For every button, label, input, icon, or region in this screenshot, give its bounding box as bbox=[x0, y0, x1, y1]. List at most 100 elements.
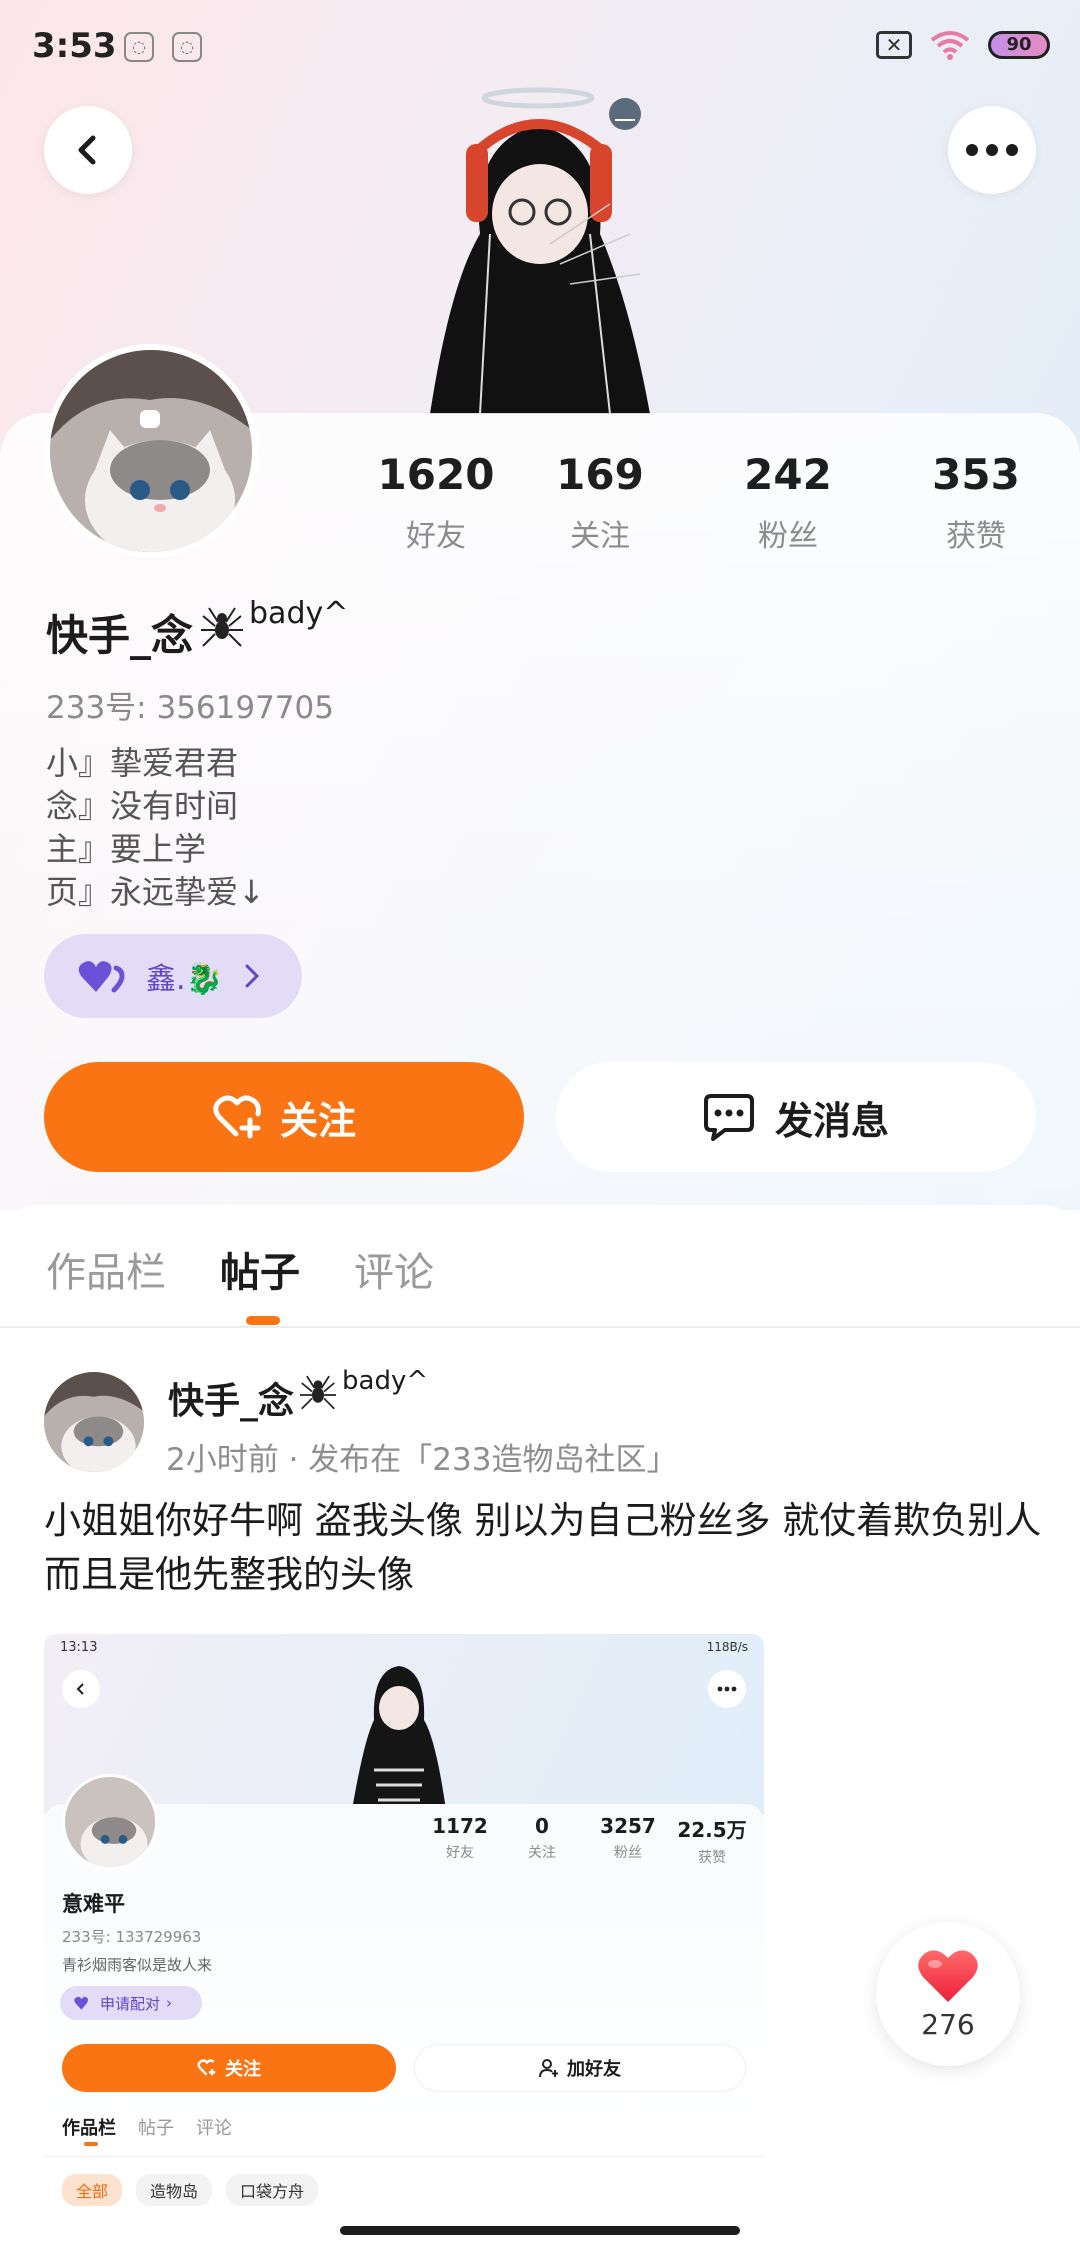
embed-pill-label: 申请配对 bbox=[100, 1994, 161, 2013]
stat-value: 242 bbox=[744, 450, 832, 499]
embed-status-net: 118B/s bbox=[706, 1640, 748, 1654]
notification-icon: ◌ bbox=[172, 32, 202, 62]
embed-uid: 233号: 133729963 bbox=[62, 1928, 202, 1946]
profile-name-row: 快手_念 bady^ bbox=[46, 596, 348, 663]
embed-stat: 22.5万 获赞 bbox=[672, 1814, 752, 1867]
embed-back-icon bbox=[62, 1670, 100, 1708]
embed-tab: 帖子 bbox=[138, 2118, 174, 2139]
embed-tab-indicator bbox=[84, 2142, 98, 2146]
tab-works[interactable]: 作品栏 bbox=[46, 1240, 166, 1298]
home-indicator[interactable] bbox=[340, 2226, 740, 2235]
heart-plus-icon bbox=[213, 1095, 261, 1139]
post-meta[interactable]: 2小时前 · 发布在「233造物岛社区」 bbox=[166, 1434, 677, 1479]
cat-avatar-image bbox=[50, 350, 252, 552]
stat-followers[interactable]: 242 粉丝 bbox=[708, 450, 868, 555]
heart-icon bbox=[918, 1949, 978, 2002]
message-label: 发消息 bbox=[774, 1098, 889, 1143]
embed-stat-label: 关注 bbox=[528, 1845, 556, 1861]
embed-stat-value: 3257 bbox=[600, 1814, 656, 1838]
profile-bio: 小』挚爱君君 念』没有时间 主』要上学 页』永远挚爱↓ bbox=[46, 742, 265, 914]
post-author-name[interactable]: 快手_念 bbox=[168, 1372, 294, 1424]
spider-icon bbox=[201, 607, 244, 647]
stat-label: 获赞 bbox=[946, 519, 1006, 554]
post-author-avatar[interactable] bbox=[44, 1372, 144, 1472]
embed-stat-value: 0 bbox=[535, 1814, 549, 1838]
stat-value: 353 bbox=[932, 450, 1020, 499]
embed-divider bbox=[44, 2156, 764, 2157]
battery-indicator: 90 bbox=[988, 31, 1050, 59]
couple-pill[interactable]: 鑫.🐉 bbox=[44, 934, 302, 1018]
chevron-right-icon: › bbox=[166, 1994, 173, 2012]
chevron-left-icon bbox=[78, 135, 96, 165]
follow-button[interactable]: 关注 bbox=[44, 1062, 524, 1172]
follow-label: 关注 bbox=[279, 1098, 356, 1143]
profile-name: 快手_念 bbox=[46, 611, 194, 660]
more-dots-icon bbox=[966, 144, 1018, 156]
add-user-icon bbox=[539, 2059, 558, 2078]
chat-bubble-icon bbox=[703, 1094, 754, 1141]
stat-label: 好友 bbox=[406, 519, 466, 554]
embed-pair-pill: 申请配对 › bbox=[60, 1986, 202, 2020]
stat-label: 粉丝 bbox=[758, 519, 818, 554]
post-image[interactable]: 13:13 118B/s 1172 好友 0 关注 3257 粉丝 22.5万 … bbox=[44, 1634, 764, 2234]
stat-likes[interactable]: 353 获赞 bbox=[896, 450, 1056, 555]
embed-avatar bbox=[62, 1774, 158, 1870]
stat-label: 关注 bbox=[570, 519, 630, 554]
tab-comments[interactable]: 评论 bbox=[354, 1240, 434, 1298]
embed-stat-value: 22.5万 bbox=[677, 1818, 747, 1842]
like-button[interactable]: 276 bbox=[876, 1922, 1020, 2066]
embed-tab: 评论 bbox=[196, 2118, 232, 2139]
embed-more-icon bbox=[708, 1670, 746, 1708]
tabs-divider bbox=[0, 1326, 1080, 1328]
post-author-row: 快手_念 bady^ bbox=[168, 1366, 428, 1424]
embed-name: 意难平 bbox=[62, 1892, 125, 1916]
chevron-right-icon bbox=[245, 964, 260, 988]
hearts-icon bbox=[78, 961, 125, 993]
embed-chips: 全部 造物岛 口袋方舟 bbox=[62, 2174, 319, 2206]
couple-name: 鑫.🐉 bbox=[146, 962, 223, 997]
spider-icon bbox=[300, 1375, 337, 1410]
embed-stat-label: 好友 bbox=[446, 1845, 474, 1861]
embed-chip: 口袋方舟 bbox=[226, 2174, 319, 2206]
profile-name-suffix: bady^ bbox=[249, 596, 349, 631]
user-id: 233号: 356197705 bbox=[46, 690, 334, 726]
profile-avatar[interactable] bbox=[44, 344, 258, 558]
status-time: 3:53 bbox=[32, 26, 117, 66]
bio-line: 念』没有时间 bbox=[46, 787, 239, 825]
embed-chip: 全部 bbox=[62, 2174, 123, 2206]
hearts-icon bbox=[74, 1996, 88, 2010]
embed-add-friend-button: 加好友 bbox=[414, 2044, 746, 2092]
profile-tabs: 作品栏 帖子 评论 bbox=[46, 1240, 434, 1298]
post-text: 小姐姐你好牛啊 盗我头像 别以为自己粉丝多 就仗着欺负别人 而且是他先整我的头像 bbox=[44, 1499, 1042, 1596]
embed-stat-label: 粉丝 bbox=[614, 1845, 642, 1861]
status-bar: 3:53 ◌ ◌ ✕ 90 bbox=[0, 0, 1080, 92]
like-count: 276 bbox=[921, 2007, 975, 2041]
embed-stat: 3257 粉丝 bbox=[588, 1814, 668, 1862]
message-button[interactable]: 发消息 bbox=[556, 1062, 1036, 1172]
stat-friends[interactable]: 1620 好友 bbox=[356, 450, 516, 555]
stat-value: 1620 bbox=[377, 450, 495, 499]
back-button[interactable] bbox=[44, 106, 132, 194]
notification-icon: ◌ bbox=[124, 32, 154, 62]
tab-posts[interactable]: 帖子 bbox=[220, 1240, 300, 1298]
embed-stat: 0 关注 bbox=[502, 1814, 582, 1862]
embed-bio: 青衫烟雨客似是故人来 bbox=[62, 1956, 213, 1974]
stat-following[interactable]: 169 关注 bbox=[520, 450, 680, 555]
embed-stat-value: 1172 bbox=[432, 1814, 488, 1838]
stat-value: 169 bbox=[556, 450, 644, 499]
no-sim-icon: ✕ bbox=[876, 31, 912, 59]
more-button[interactable] bbox=[948, 106, 1036, 194]
post-author-suffix: bady^ bbox=[342, 1366, 429, 1396]
embed-chip: 造物岛 bbox=[136, 2174, 213, 2206]
bio-line: 主』要上学 bbox=[46, 830, 207, 868]
embed-character-image bbox=[352, 1666, 446, 1810]
embed-follow-button: 关注 bbox=[62, 2044, 396, 2092]
embed-stat: 1172 好友 bbox=[420, 1814, 500, 1862]
embed-stat-label: 获赞 bbox=[698, 1850, 726, 1866]
wifi-icon bbox=[930, 31, 970, 60]
embed-add-friend-label: 加好友 bbox=[567, 2059, 621, 2080]
character-avatar-image bbox=[430, 87, 650, 414]
tab-indicator bbox=[246, 1316, 280, 1325]
embed-follow-label: 关注 bbox=[225, 2059, 261, 2080]
embed-tab: 作品栏 bbox=[62, 2118, 116, 2139]
